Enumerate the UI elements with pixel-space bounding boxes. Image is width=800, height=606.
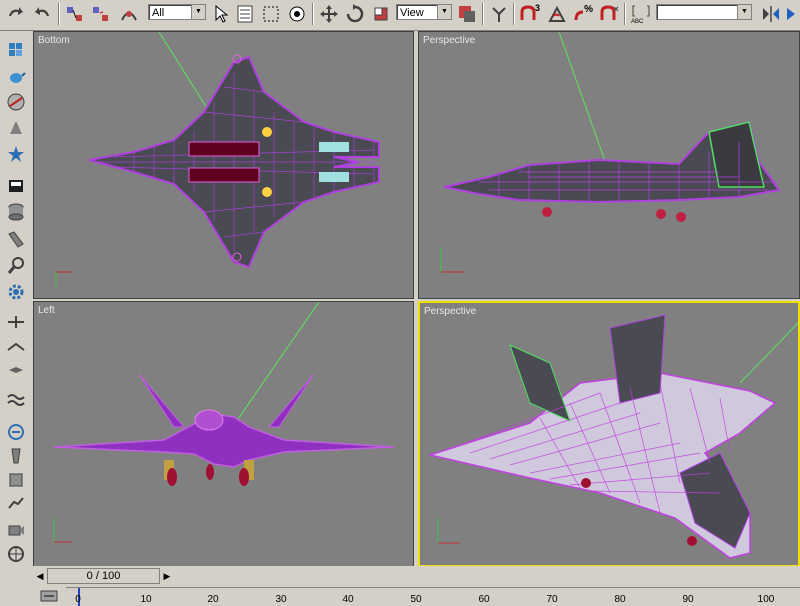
wave-icon[interactable] — [4, 389, 28, 411]
chevron-down-icon: ▼ — [437, 5, 451, 19]
next-frame-icon[interactable]: ▶ — [161, 568, 173, 584]
timeline: ◀ 0 / 100 ▶ 0 10 20 30 40 50 60 70 80 90… — [0, 566, 800, 606]
time-slider[interactable]: 0 / 100 — [47, 568, 160, 584]
utility-icon[interactable] — [4, 469, 28, 491]
selection-filter-value: All — [152, 7, 165, 19]
character-icon[interactable] — [4, 493, 28, 515]
space-warp-icon[interactable] — [4, 337, 28, 359]
bind-space-warp-icon[interactable] — [118, 3, 140, 25]
viewport-label: Perspective — [424, 306, 477, 317]
spinner-snap-icon[interactable] — [598, 3, 620, 25]
window-crossing-icon[interactable] — [286, 3, 308, 25]
ruler-label: 100 — [757, 594, 775, 605]
viewport-label: Left — [38, 305, 55, 316]
link-icon[interactable] — [4, 363, 28, 385]
bone-icon[interactable] — [4, 445, 28, 467]
command-sidebar — [0, 31, 32, 583]
tube-icon[interactable] — [4, 229, 28, 251]
edit-named-label: ABC — [631, 19, 644, 25]
create-box-icon[interactable] — [4, 37, 28, 59]
ruler-label: 40 — [342, 594, 354, 605]
track-view-icon[interactable] — [40, 588, 58, 604]
prev-frame-icon[interactable]: ◀ — [34, 568, 46, 584]
ruler-label: 90 — [682, 594, 694, 605]
camera-icon[interactable] — [4, 519, 28, 541]
ruler-label: 60 — [478, 594, 490, 605]
region-select-icon[interactable] — [260, 3, 282, 25]
gear-icon[interactable] — [4, 281, 28, 303]
select-and-link-icon[interactable] — [64, 3, 86, 25]
clone-icon[interactable] — [4, 117, 28, 139]
sphere-icon[interactable] — [4, 91, 28, 113]
named-selection-select[interactable]: ▼ — [656, 4, 752, 20]
percent-snap-icon[interactable]: % — [572, 3, 594, 25]
select-by-name-icon[interactable] — [234, 3, 256, 25]
unlink-icon[interactable] — [90, 3, 112, 25]
magnifier-icon[interactable] — [4, 255, 28, 277]
teapot-icon[interactable] — [4, 65, 28, 87]
ruler-label: 80 — [614, 594, 626, 605]
toolbar-separator — [58, 3, 60, 25]
manipulate-icon[interactable] — [488, 3, 510, 25]
ruler-label: 70 — [546, 594, 558, 605]
ruler-label: 0 — [75, 594, 81, 605]
jet-front-wireframe — [53, 302, 395, 543]
mirror-icon[interactable] — [760, 3, 782, 25]
rotate-icon[interactable] — [344, 3, 366, 25]
scale-icon[interactable] — [370, 3, 392, 25]
toolbar-separator — [624, 3, 626, 25]
toolbar-separator — [513, 3, 515, 25]
selection-filter-select[interactable]: All ▼ — [148, 4, 206, 20]
ruler-label: 50 — [410, 594, 422, 605]
wheel-icon[interactable] — [4, 543, 28, 565]
viewport-label: Bottom — [38, 35, 70, 46]
pivot-icon[interactable] — [456, 3, 478, 25]
chevron-down-icon: ▼ — [191, 5, 205, 19]
ruler-label: 20 — [207, 594, 219, 605]
jet-side-wireframe — [440, 32, 781, 273]
lights-icon[interactable] — [4, 175, 28, 197]
toolbar-separator — [312, 3, 314, 25]
snap-3d-icon[interactable]: 3 — [518, 3, 540, 25]
select-object-icon[interactable] — [210, 3, 232, 25]
ruler-label: 30 — [275, 594, 287, 605]
viewport-label: Perspective — [423, 35, 476, 46]
angle-snap-icon[interactable] — [546, 3, 568, 25]
toolbar-separator — [482, 3, 484, 25]
chevron-down-icon: ▼ — [737, 5, 751, 19]
frame-display: 0 / 100 — [86, 570, 121, 582]
viewport-perspective-active[interactable]: Perspective — [418, 301, 800, 567]
percent-snap-label: % — [584, 4, 593, 15]
viewport-bottom[interactable]: Bottom — [33, 31, 414, 299]
viewport-left[interactable]: Left — [33, 301, 414, 567]
undo-icon[interactable] — [4, 3, 26, 25]
reference-coord-value: View — [400, 7, 424, 19]
display-icon[interactable] — [4, 421, 28, 443]
cylinder-icon[interactable] — [4, 201, 28, 223]
align-icon[interactable] — [784, 3, 800, 25]
redo-icon[interactable] — [32, 3, 54, 25]
move-icon[interactable] — [318, 3, 340, 25]
star-icon[interactable] — [4, 143, 28, 165]
snap-3d-label: 3 — [534, 3, 540, 13]
helper-icon[interactable] — [4, 311, 28, 333]
jet-bottom-wireframe — [55, 32, 380, 287]
main-toolbar: All ▼ View ▼ 3 % ABC ▼ — [0, 0, 800, 31]
time-ruler[interactable]: 0 10 20 30 40 50 60 70 80 90 100 — [66, 587, 800, 606]
ruler-label: 10 — [140, 594, 152, 605]
reference-coord-select[interactable]: View ▼ — [396, 4, 452, 20]
jet-perspective-wireframe — [427, 314, 798, 559]
edit-named-selection-icon[interactable]: ABC — [630, 3, 652, 25]
viewport-perspective-top[interactable]: Perspective — [418, 31, 800, 299]
